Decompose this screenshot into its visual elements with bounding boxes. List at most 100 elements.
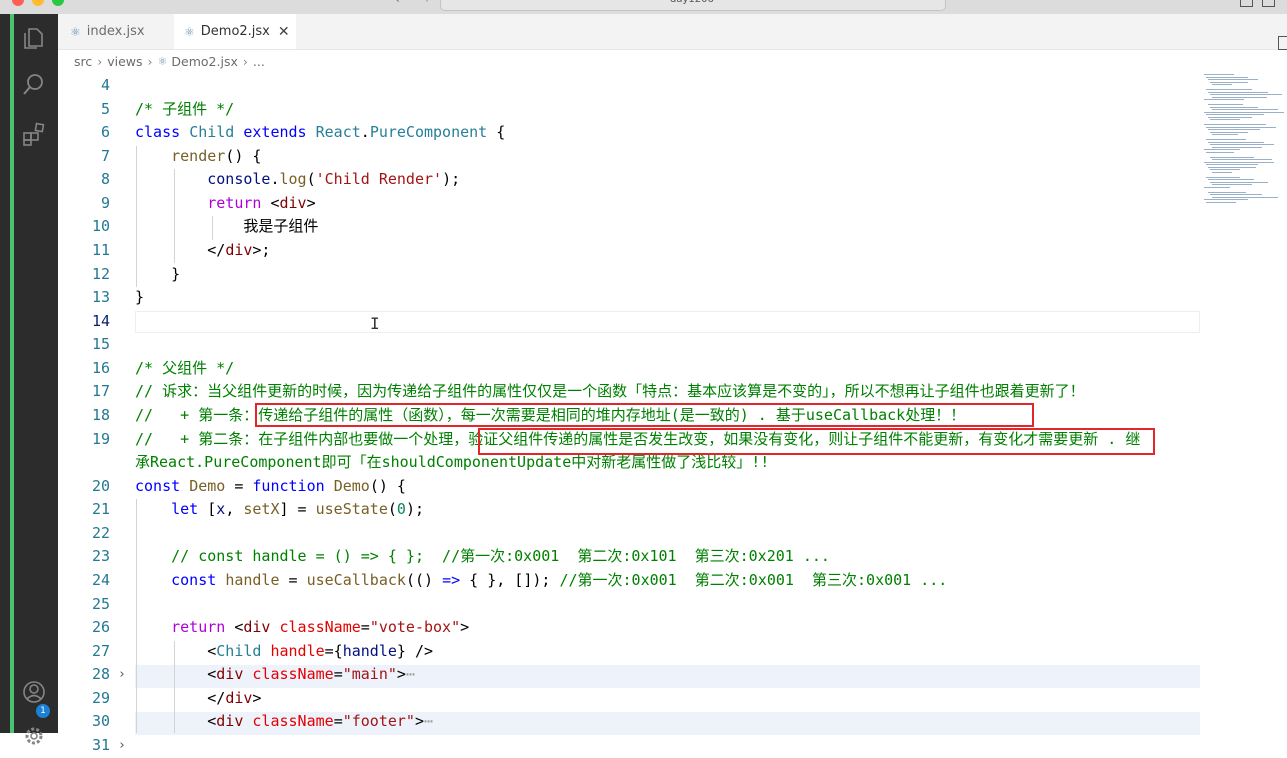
extensions-icon[interactable] bbox=[20, 120, 48, 148]
code-line[interactable]: const Demo = function Demo() { bbox=[135, 475, 406, 498]
minimap-line bbox=[1212, 96, 1267, 98]
code-line[interactable]: return <div> bbox=[135, 192, 316, 215]
account-icon[interactable] bbox=[20, 678, 48, 706]
minimap-line bbox=[1212, 146, 1262, 148]
code-token: > bbox=[252, 688, 262, 707]
line-number: 22 bbox=[91, 523, 110, 542]
code-line[interactable]: const handle = useCallback(() => { }, []… bbox=[135, 569, 947, 592]
minimap-line bbox=[1204, 186, 1230, 188]
code-line[interactable]: // 诉求：当父组件更新的时候，因为传递给子组件的属性仅仅是一个函数「特点：基本… bbox=[135, 380, 1085, 403]
minimize-window-button[interactable] bbox=[32, 0, 44, 6]
fold-chevron-icon[interactable]: › bbox=[118, 734, 126, 758]
minimap-line bbox=[1208, 91, 1268, 93]
minimap-line bbox=[1204, 111, 1284, 113]
breadcrumb-item[interactable]: ... bbox=[253, 54, 265, 69]
code-token: ] = bbox=[279, 500, 316, 519]
close-tab-icon[interactable]: ✕ bbox=[278, 24, 290, 40]
code-token: div bbox=[225, 688, 253, 707]
code-line[interactable]: </div>; bbox=[135, 239, 270, 262]
code-line[interactable]: console.log('Child Render'); bbox=[135, 168, 460, 191]
code-token: Child bbox=[216, 641, 262, 660]
minimap-line bbox=[1206, 126, 1276, 128]
layout-panel-icon[interactable] bbox=[1262, 0, 1275, 7]
search-icon[interactable] bbox=[20, 71, 48, 99]
code-token: return bbox=[171, 618, 226, 637]
line-number: 24 bbox=[91, 570, 110, 589]
fold-chevron-icon[interactable]: › bbox=[118, 663, 126, 687]
code-token: ={ bbox=[324, 641, 343, 660]
code-token: ( bbox=[306, 170, 316, 189]
breadcrumb-item[interactable]: views bbox=[107, 54, 142, 69]
zoom-window-button[interactable] bbox=[52, 0, 64, 6]
forward-arrow-icon[interactable]: › bbox=[425, 0, 430, 6]
minimap-line bbox=[1206, 139, 1246, 140]
code-line[interactable]: </div> bbox=[135, 687, 261, 710]
code-line[interactable]: /* 父组件 */ bbox=[135, 357, 234, 380]
layout-icon[interactable] bbox=[1240, 0, 1253, 7]
settings-icon[interactable] bbox=[20, 722, 48, 750]
code-line[interactable]: <Child handle={handle} /> bbox=[135, 640, 433, 663]
code-token: x bbox=[216, 500, 226, 519]
files-icon[interactable] bbox=[20, 24, 48, 52]
minimap-line bbox=[1210, 144, 1274, 145]
split-editor-icon[interactable] bbox=[1278, 36, 1287, 50]
code-token: </ bbox=[135, 240, 226, 259]
code-line[interactable]: } bbox=[135, 263, 180, 286]
tab-index-jsx[interactable]: ⚛ index.jsx bbox=[60, 14, 172, 49]
minimap-line bbox=[1206, 114, 1264, 115]
react-file-icon: ⚛ bbox=[70, 24, 81, 39]
code-token: >; bbox=[252, 240, 271, 259]
code-line[interactable]: let [x, setX] = useState(0); bbox=[135, 498, 424, 521]
code-token: > bbox=[306, 193, 316, 212]
react-file-icon: ⚛ bbox=[157, 54, 168, 68]
close-window-button[interactable] bbox=[12, 0, 24, 6]
minimap-line bbox=[1208, 116, 1252, 118]
code-token: /* 子组件 */ bbox=[135, 99, 235, 118]
minimap-line bbox=[1206, 201, 1236, 203]
command-center-label: day1206 bbox=[670, 0, 714, 5]
code-token: { bbox=[487, 123, 506, 142]
code-token: PureComponent bbox=[369, 123, 488, 142]
code-token: let bbox=[171, 500, 199, 519]
minimap-line bbox=[1210, 106, 1258, 108]
code-line[interactable]: <div className="footer">⋯ bbox=[135, 710, 433, 733]
line-number: 12 bbox=[91, 264, 110, 283]
code-token: div bbox=[243, 618, 271, 637]
code-line[interactable]: // const handle = () => { }; //第一次:0x001… bbox=[135, 545, 830, 568]
back-arrow-icon[interactable]: ‹ bbox=[395, 0, 400, 6]
code-line[interactable]: <div className="main">⋯ bbox=[135, 663, 415, 686]
minimap-line bbox=[1210, 119, 1240, 120]
minimap-line bbox=[1208, 129, 1260, 130]
minimap-line bbox=[1208, 79, 1258, 80]
line-number: 16 bbox=[91, 358, 110, 377]
minimap[interactable] bbox=[1200, 72, 1287, 733]
code-line[interactable]: render() { bbox=[135, 145, 261, 168]
code-line[interactable]: /* 子组件 */ bbox=[135, 98, 234, 121]
line-number: 11 bbox=[91, 240, 110, 259]
code-token: render bbox=[171, 146, 226, 165]
line-number: 6 bbox=[100, 123, 110, 142]
line-number: 17 bbox=[91, 382, 110, 401]
code-token: = bbox=[333, 665, 343, 684]
line-number: 21 bbox=[91, 500, 110, 519]
code-token: div bbox=[279, 193, 307, 212]
code-line[interactable]: } bbox=[135, 286, 144, 309]
code-token: useCallback bbox=[306, 570, 406, 589]
minimap-line bbox=[1212, 134, 1238, 135]
breadcrumb-item[interactable]: src bbox=[74, 54, 92, 69]
code-line[interactable]: 我是子组件 bbox=[135, 215, 318, 238]
code-line[interactable]: class Child extends React.PureComponent … bbox=[135, 121, 505, 144]
tab-demo2-jsx[interactable]: ⚛ Demo2.jsx ✕ bbox=[174, 14, 296, 49]
code-token: () { bbox=[225, 146, 262, 165]
minimap-line bbox=[1212, 84, 1232, 85]
code-token: = bbox=[279, 570, 307, 589]
code-line[interactable]: return <div className="vote-box"> bbox=[135, 616, 469, 639]
minimap-line bbox=[1210, 131, 1248, 133]
annotation-box bbox=[478, 428, 1155, 455]
line-number: 7 bbox=[100, 146, 110, 165]
breadcrumb-item[interactable]: Demo2.jsx bbox=[171, 54, 237, 69]
